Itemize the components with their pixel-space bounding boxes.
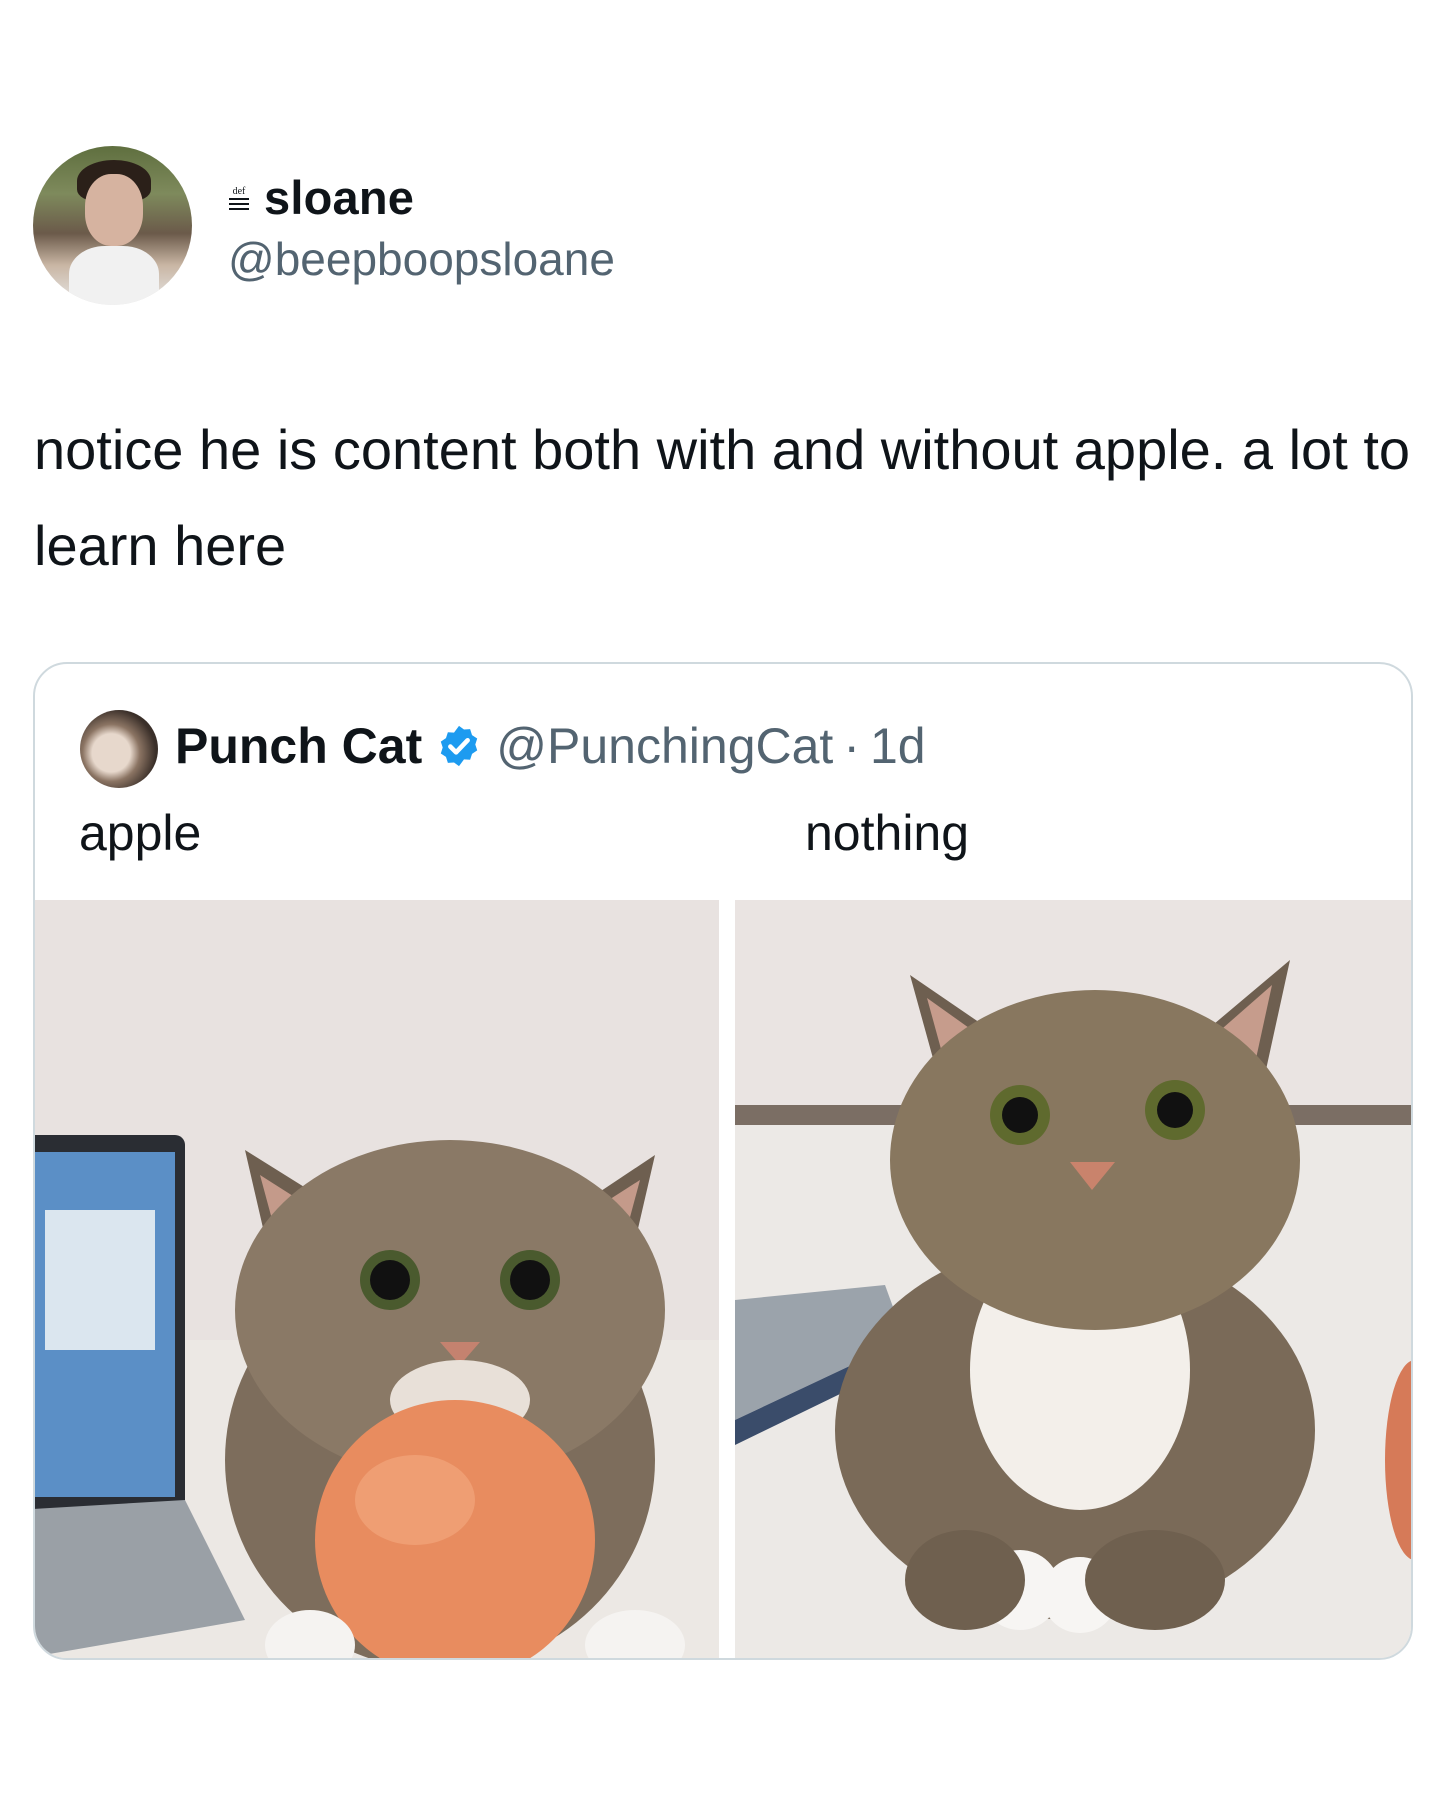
author-name-row[interactable]: def sloane — [228, 170, 414, 225]
author-handle[interactable]: @beepboopsloane — [228, 232, 615, 286]
tweet-text: notice he is content both with and witho… — [34, 418, 1411, 577]
quoted-handle[interactable]: @PunchingCat — [496, 717, 833, 775]
verified-badge-icon — [441, 725, 478, 767]
image-divider — [719, 900, 735, 1658]
quoted-avatar[interactable] — [80, 710, 158, 788]
quoted-label-apple: apple — [79, 805, 202, 861]
cat-without-apple-illustration — [735, 900, 1411, 1658]
avatar-face — [85, 174, 143, 246]
quoted-tweet-card[interactable]: Punch Cat @PunchingCat · 1d apple nothin… — [33, 662, 1413, 1660]
quoted-label-nothing: nothing — [805, 805, 970, 861]
author-avatar[interactable] — [33, 146, 192, 305]
author-display-name[interactable]: sloane — [264, 170, 414, 225]
cat-with-apple-illustration — [35, 900, 719, 1658]
quoted-separator: · — [843, 718, 860, 774]
cat-with-apple-photo[interactable] — [35, 900, 719, 1658]
quoted-header: Punch Cat @PunchingCat · 1d — [175, 717, 926, 775]
quoted-display-name[interactable]: Punch Cat — [175, 717, 422, 775]
svg-text:def: def — [233, 186, 246, 197]
def-icon: def — [229, 186, 249, 210]
quoted-timestamp[interactable]: 1d — [870, 717, 926, 775]
avatar-shirt — [69, 246, 159, 305]
cat-without-apple-photo[interactable] — [735, 900, 1411, 1658]
